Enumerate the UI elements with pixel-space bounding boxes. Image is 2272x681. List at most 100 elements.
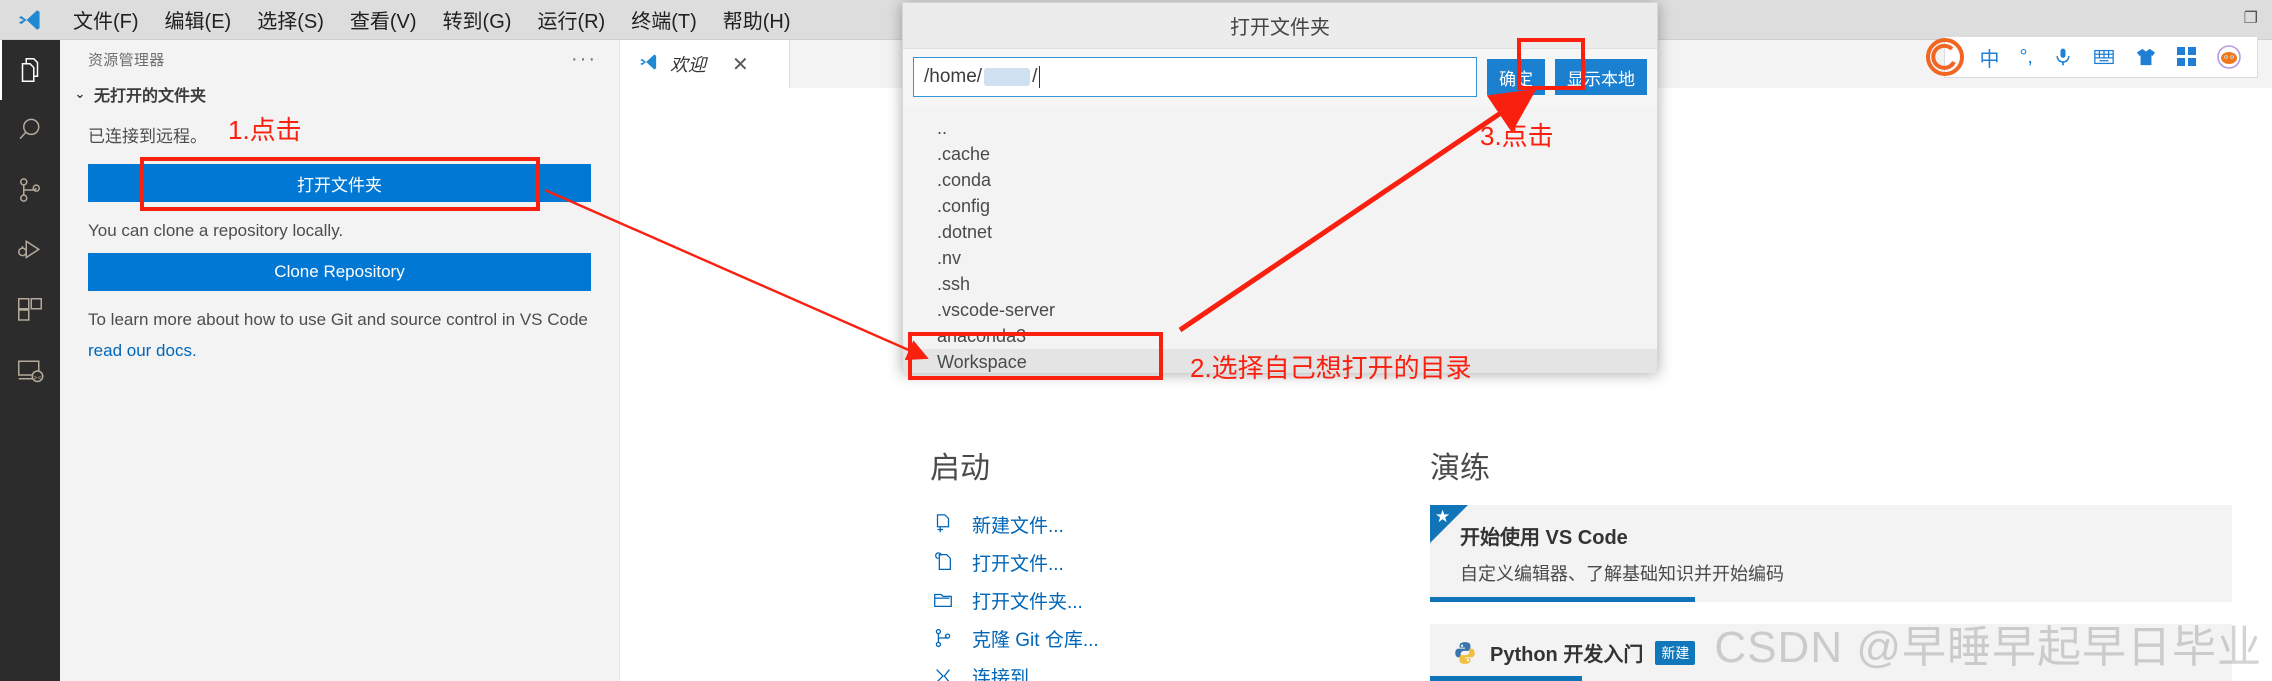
walkthrough-description: 自定义编辑器、了解基础知识并开始编码 — [1460, 564, 1784, 584]
menu-run-label: 运行(R) — [537, 11, 606, 33]
walkthroughs-heading: 演练 — [1430, 452, 1490, 485]
status-badge-new: 新建 — [1655, 640, 1696, 665]
menu-file[interactable]: 文件(F) — [60, 0, 152, 40]
git-docs-note: To learn more about how to use Git and s… — [88, 309, 588, 329]
sidebar-item-remote-explorer[interactable]: >< — [0, 340, 60, 400]
avatar-fox-icon[interactable] — [2217, 45, 2241, 69]
sogou-logo-icon[interactable] — [1925, 37, 1965, 77]
welcome-connect-to[interactable]: 连接到... — [930, 657, 1310, 681]
welcome-open-file-label: 打开文件... — [972, 553, 1064, 575]
list-item[interactable]: .dotnet — [903, 219, 1657, 245]
clone-note-text: You can clone a repository locally. — [88, 221, 344, 241]
annotation-step-2: 2.选择自己想打开的目录 — [1190, 353, 1472, 383]
activity-bar: >< — [0, 40, 60, 681]
chinese-mode-icon[interactable]: 中 — [1979, 43, 1999, 72]
redacted-username — [984, 68, 1031, 86]
menu-terminal-label: 终端(T) — [631, 11, 697, 33]
sidebar-item-extensions[interactable] — [0, 280, 60, 340]
sidebar-item-search[interactable] — [0, 100, 60, 160]
welcome-clone-git[interactable]: 克隆 Git 仓库... — [930, 619, 1310, 657]
window-restore-icon[interactable]: ❐ — [2244, 8, 2258, 28]
list-item[interactable]: .ssh — [903, 271, 1657, 297]
walkthrough-title: 开始使用 VS Code — [1460, 527, 1628, 549]
chevron-down-icon: ⌄ — [74, 86, 86, 101]
welcome-open-folder-label: 打开文件夹... — [972, 591, 1083, 613]
annotation-step-3: 3.点击 — [1480, 121, 1554, 151]
welcome-open-folder[interactable]: 打开文件夹... — [930, 581, 1310, 619]
sidebar-item-source-control[interactable] — [0, 160, 60, 220]
svg-text:><: >< — [33, 373, 42, 382]
sogou-ime-toolbar: 中 °, — [1926, 36, 2258, 78]
explorer-sidebar: 资源管理器 ··· ⌄ 无打开的文件夹 已连接到远程。 打开文件夹 You ca… — [60, 40, 620, 681]
remote-connect-icon — [930, 663, 956, 681]
menu-terminal[interactable]: 终端(T) — [618, 0, 710, 40]
open-file-icon — [930, 549, 956, 575]
microphone-icon[interactable] — [2053, 47, 2073, 67]
explorer-header: 资源管理器 ··· — [60, 40, 619, 78]
read-our-docs-link[interactable]: read our docs. — [88, 341, 197, 360]
menu-view-label: 查看(V) — [349, 11, 417, 33]
vscode-logo-icon — [638, 52, 658, 77]
connected-remote-text: 已连接到远程。 — [88, 127, 207, 146]
text-caret — [1039, 66, 1041, 88]
menu-view[interactable]: 查看(V) — [337, 0, 430, 40]
walkthrough-progress-bar — [1430, 676, 1583, 681]
folder-path-suffix: / — [1032, 66, 1038, 87]
welcome-open-file[interactable]: 打开文件... — [930, 543, 1310, 581]
sidebar-item-run-and-debug[interactable] — [0, 220, 60, 280]
explorer-body: 已连接到远程。 打开文件夹 You can clone a repository… — [60, 110, 619, 361]
menu-go[interactable]: 转到(G) — [430, 0, 525, 40]
menu-help-label: 帮助(H) — [722, 11, 791, 33]
menu-run[interactable]: 运行(R) — [524, 0, 618, 40]
annotation-step-1: 1.点击 — [228, 115, 302, 145]
git-clone-icon — [930, 625, 956, 651]
python-icon — [1452, 640, 1478, 666]
folder-path-input[interactable]: /home/ / — [913, 57, 1477, 97]
punctuation-icon[interactable]: °, — [2019, 46, 2033, 69]
list-item[interactable]: .nv — [903, 245, 1657, 271]
open-folder-icon — [930, 587, 956, 613]
new-file-icon — [930, 511, 956, 537]
skin-icon[interactable] — [2135, 47, 2157, 67]
sidebar-item-explorer[interactable] — [0, 40, 60, 100]
menu-selection[interactable]: 选择(S) — [244, 0, 337, 40]
welcome-new-file[interactable]: 新建文件... — [930, 505, 1310, 543]
welcome-connect-to-label: 连接到... — [972, 667, 1045, 681]
walkthrough-title: Python 开发入门 — [1490, 644, 1644, 666]
list-item[interactable]: anaconda3 — [903, 323, 1657, 349]
show-local-button[interactable]: 显示本地 — [1555, 59, 1647, 95]
walkthrough-card-get-started[interactable]: ★ 开始使用 VS Code 自定义编辑器、了解基础知识并开始编码 — [1430, 505, 2232, 602]
menu-edit-label: 编辑(E) — [164, 11, 232, 33]
star-icon: ★ — [1435, 507, 1451, 526]
open-folder-button[interactable]: 打开文件夹 — [88, 164, 591, 203]
csdn-watermark: CSDN @早睡早起早日毕业 — [1714, 623, 2262, 672]
close-icon[interactable]: ✕ — [732, 52, 749, 77]
menu-edit[interactable]: 编辑(E) — [152, 0, 245, 40]
menu-help[interactable]: 帮助(H) — [710, 0, 804, 40]
dialog-title: 打开文件夹 — [903, 3, 1657, 49]
explorer-title: 资源管理器 — [88, 51, 165, 69]
list-item[interactable]: .config — [903, 193, 1657, 219]
tab-welcome[interactable]: 欢迎 ✕ — [620, 40, 790, 88]
no-folder-opened-label: 无打开的文件夹 — [94, 88, 207, 105]
welcome-new-file-label: 新建文件... — [972, 515, 1064, 537]
open-folder-dialog: 打开文件夹 /home// 确定 显示本地 .. .cache .conda .… — [902, 2, 1658, 373]
clone-repository-button[interactable]: Clone Repository — [88, 252, 591, 291]
menu-file-label: 文件(F) — [73, 11, 139, 33]
app-window: 文件(F) 编辑(E) 选择(S) 查看(V) 转到(G) 运行(R) 终端(T… — [0, 0, 2272, 681]
folder-path-prefix: /home/ — [924, 66, 983, 87]
explorer-more-actions-icon[interactable]: ··· — [571, 49, 597, 69]
keyboard-icon[interactable] — [2093, 47, 2115, 67]
welcome-clone-git-label: 克隆 Git 仓库... — [972, 629, 1099, 651]
list-item[interactable]: .vscode-server — [903, 297, 1657, 323]
menu-selection-label: 选择(S) — [257, 11, 324, 33]
menu-go-label: 转到(G) — [442, 11, 512, 33]
dialog-path-row: /home/ / 确定 显示本地 — [903, 49, 1657, 105]
no-folder-opened-section[interactable]: ⌄ 无打开的文件夹 — [60, 78, 619, 110]
vscode-logo-icon — [16, 7, 42, 33]
list-item[interactable]: .conda — [903, 167, 1657, 193]
start-heading: 启动 — [930, 452, 990, 485]
apps-grid-icon[interactable] — [2177, 47, 2197, 67]
walkthrough-progress-bar — [1430, 597, 1695, 602]
confirm-button[interactable]: 确定 — [1487, 59, 1545, 95]
